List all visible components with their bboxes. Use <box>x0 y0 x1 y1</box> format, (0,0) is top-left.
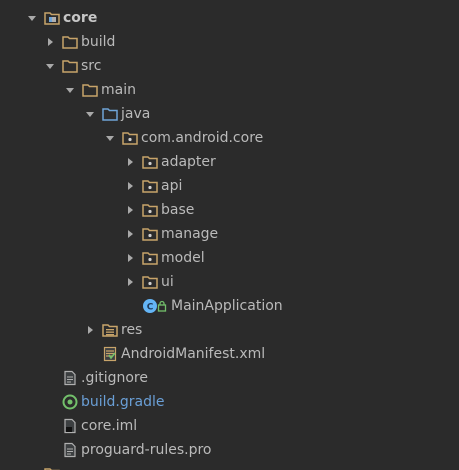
package-icon <box>142 226 158 242</box>
tree-node-res[interactable]: res <box>0 318 459 342</box>
tree-node-partial[interactable] <box>0 462 459 470</box>
manifest-file-icon <box>102 346 118 362</box>
tree-node-label: core <box>63 10 98 26</box>
tree-node-label: build.gradle <box>81 394 165 410</box>
chevron-down-icon[interactable] <box>104 132 116 144</box>
tree-node-ui[interactable]: ui <box>0 270 459 294</box>
tree-node-label: model <box>161 250 205 266</box>
tree-node-label: proguard-rules.pro <box>81 442 212 458</box>
chevron-right-icon[interactable] <box>124 180 136 192</box>
text-file-icon <box>62 442 78 458</box>
tree-node-label: res <box>121 322 143 338</box>
tree-node-api[interactable]: api <box>0 174 459 198</box>
resource-folder-icon <box>102 322 118 338</box>
folder-icon <box>62 58 78 74</box>
tree-node-adapter[interactable]: adapter <box>0 150 459 174</box>
tree-node-proguard-rules[interactable]: proguard-rules.pro <box>0 438 459 462</box>
svg-text:C: C <box>147 303 154 313</box>
package-icon <box>142 178 158 194</box>
tree-node-label: adapter <box>161 154 216 170</box>
folder-icon <box>82 82 98 98</box>
chevron-right-icon[interactable] <box>44 36 56 48</box>
tree-node-label: .gitignore <box>81 370 148 386</box>
tree-node-label: core.iml <box>81 418 138 434</box>
tree-node-android-manifest[interactable]: AndroidManifest.xml <box>0 342 459 366</box>
tree-node-label: src <box>81 58 102 74</box>
chevron-right-icon[interactable] <box>124 276 136 288</box>
tree-node-main[interactable]: main <box>0 78 459 102</box>
iml-file-icon <box>62 418 78 434</box>
tree-node-src[interactable]: src <box>0 54 459 78</box>
project-tree: core build src main java com.android.cor… <box>0 0 459 470</box>
chevron-right-icon[interactable] <box>124 252 136 264</box>
tree-node-manage[interactable]: manage <box>0 222 459 246</box>
tree-node-model[interactable]: model <box>0 246 459 270</box>
package-icon <box>142 202 158 218</box>
chevron-right-icon[interactable] <box>124 156 136 168</box>
tree-node-core[interactable]: core <box>0 6 459 30</box>
chevron-down-icon[interactable] <box>26 12 38 24</box>
chevron-down-icon[interactable] <box>44 60 56 72</box>
package-icon <box>142 274 158 290</box>
tree-node-main-application[interactable]: C MainApplication <box>0 294 459 318</box>
tree-node-label: build <box>81 34 116 50</box>
tree-node-label: ui <box>161 274 174 290</box>
chevron-right-icon[interactable] <box>124 228 136 240</box>
tree-node-base[interactable]: base <box>0 198 459 222</box>
package-icon <box>122 130 138 146</box>
chevron-down-icon[interactable] <box>64 84 76 96</box>
tree-node-core-iml[interactable]: core.iml <box>0 414 459 438</box>
source-folder-icon <box>102 106 118 122</box>
chevron-right-icon[interactable] <box>84 324 96 336</box>
java-class-icon: C <box>142 298 158 314</box>
chevron-down-icon[interactable] <box>84 108 96 120</box>
tree-node-label: AndroidManifest.xml <box>121 346 266 362</box>
module-folder-icon <box>44 466 60 470</box>
tree-node-label: MainApplication <box>171 298 283 314</box>
chevron-right-icon[interactable] <box>124 204 136 216</box>
lock-icon <box>157 298 167 314</box>
tree-node-java[interactable]: java <box>0 102 459 126</box>
tree-node-label: base <box>161 202 195 218</box>
tree-node-com-android-core[interactable]: com.android.core <box>0 126 459 150</box>
tree-node-gitignore[interactable]: .gitignore <box>0 366 459 390</box>
tree-node-build-gradle[interactable]: build.gradle <box>0 390 459 414</box>
module-folder-icon <box>44 10 60 26</box>
gradle-icon <box>62 394 78 410</box>
folder-icon <box>62 34 78 50</box>
tree-node-label: manage <box>161 226 219 242</box>
package-icon <box>142 250 158 266</box>
tree-node-label: com.android.core <box>141 130 264 146</box>
text-file-icon <box>62 370 78 386</box>
tree-node-label: main <box>101 82 136 98</box>
tree-node-label: api <box>161 178 183 194</box>
tree-node-build[interactable]: build <box>0 30 459 54</box>
package-icon <box>142 154 158 170</box>
tree-node-label: java <box>121 106 151 122</box>
